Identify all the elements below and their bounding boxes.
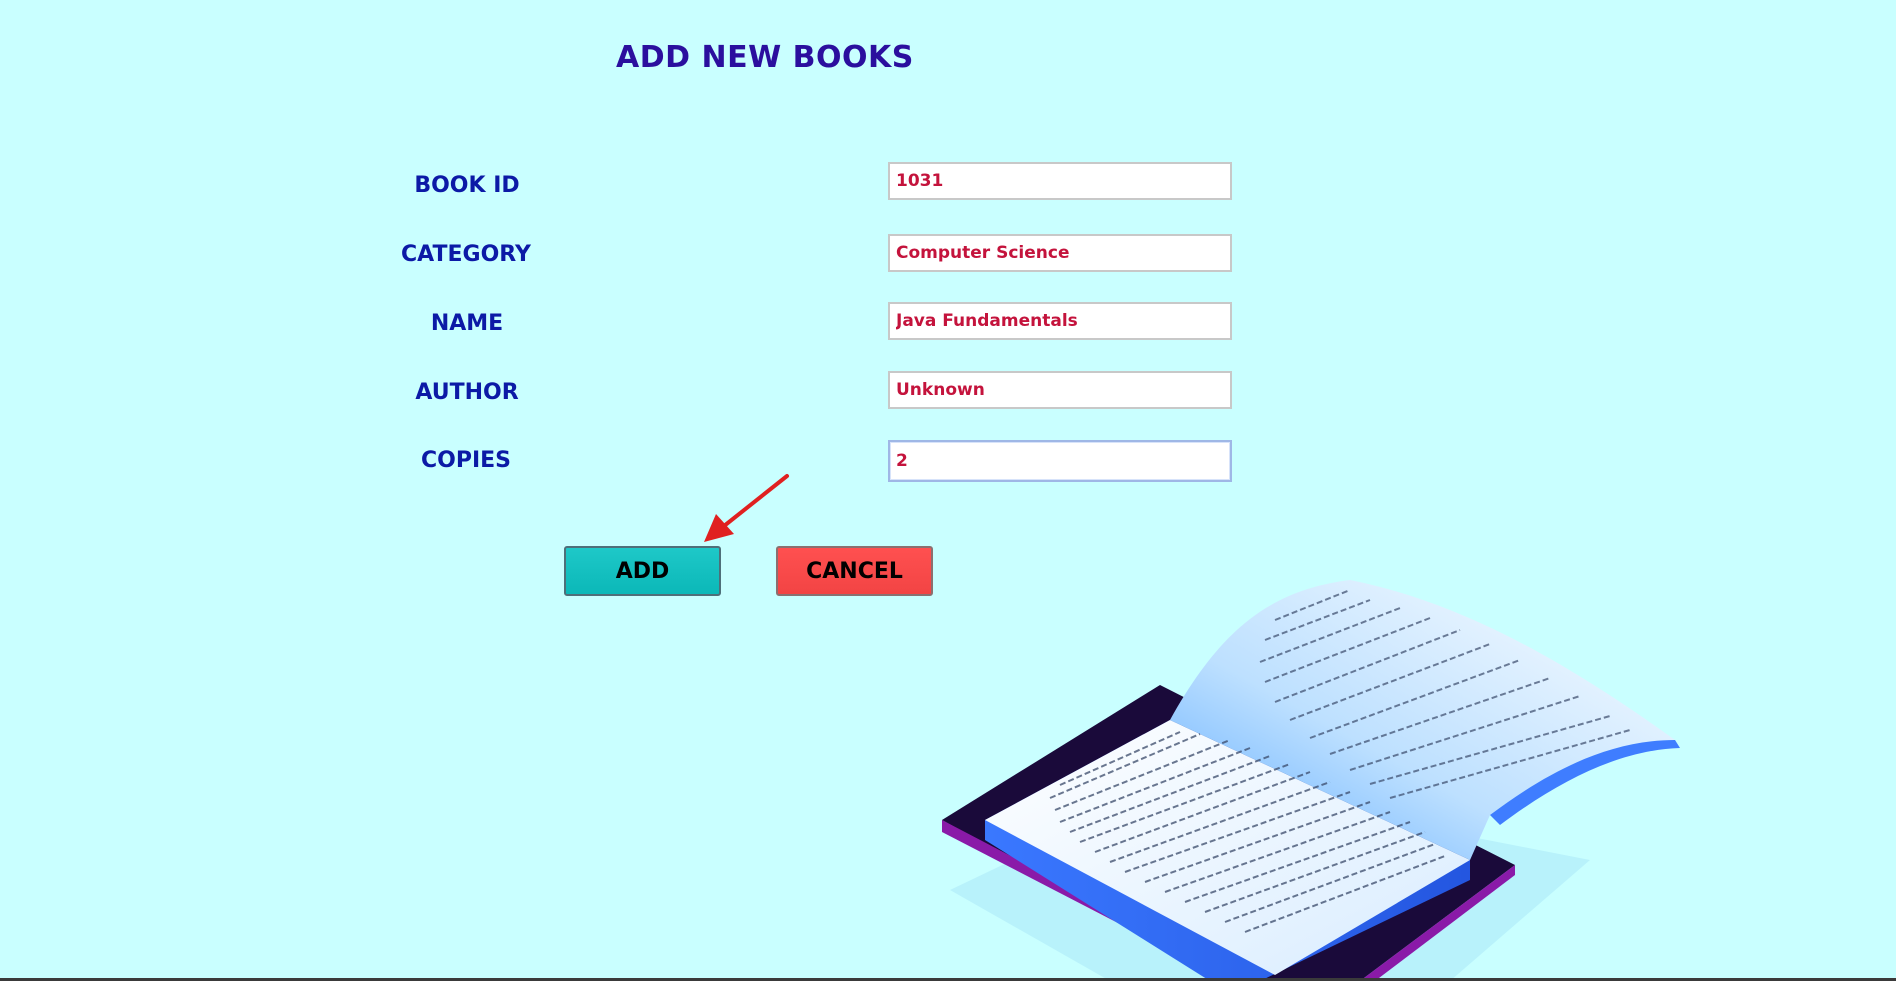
copies-label: COPIES (420, 448, 512, 473)
name-label: NAME (430, 311, 504, 336)
copies-input[interactable] (888, 440, 1232, 482)
book-id-input[interactable] (888, 162, 1232, 200)
author-input[interactable] (888, 371, 1232, 409)
red-arrow-icon (704, 474, 789, 542)
book-id-label: BOOK ID (414, 173, 520, 198)
category-input[interactable] (888, 234, 1232, 272)
category-label: CATEGORY (401, 242, 531, 267)
name-input[interactable] (888, 302, 1232, 340)
author-label: AUTHOR (415, 380, 519, 405)
open-book-illustration (942, 580, 1680, 981)
add-button[interactable]: ADD (564, 546, 721, 596)
cancel-button[interactable]: CANCEL (776, 546, 933, 596)
page-title: ADD NEW BOOKS (616, 40, 914, 75)
